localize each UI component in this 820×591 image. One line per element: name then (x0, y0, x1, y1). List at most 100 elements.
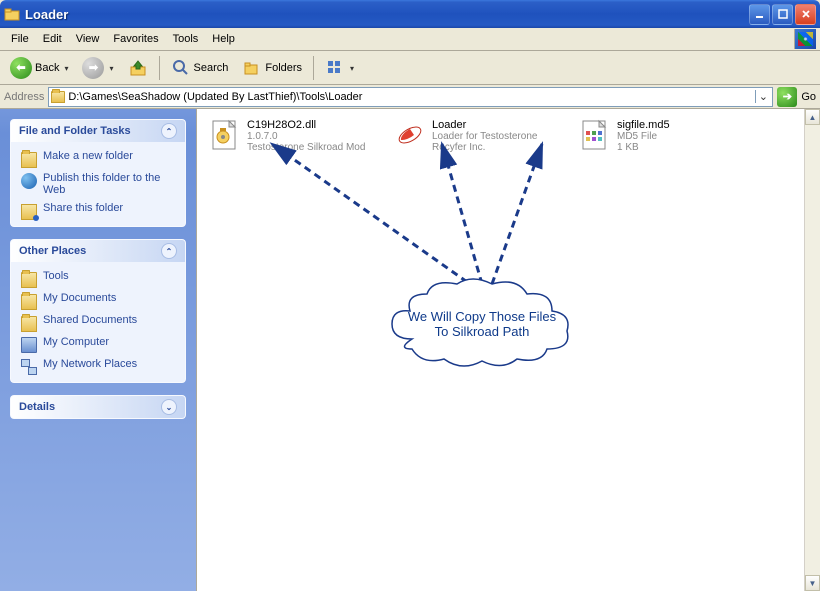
panel-title: File and Folder Tasks (19, 125, 131, 137)
task-label: Make a new folder (43, 150, 133, 162)
file-name: C19H28O2.dll (247, 119, 365, 131)
file-line: Recyfer Inc. (432, 142, 537, 153)
file-item[interactable]: sigfile.md5 MD5 File 1 KB (579, 119, 744, 153)
task-label: Publish this folder to the Web (43, 172, 175, 196)
place-label: Tools (43, 270, 69, 282)
panel-other-places: Other Places ⌃ Tools My Documents Shared… (10, 239, 186, 383)
maximize-button[interactable] (772, 4, 793, 25)
menu-edit[interactable]: Edit (36, 30, 69, 48)
toolbar: ⬅ Back ➡ Search Folders (0, 51, 820, 85)
panel-title: Details (19, 401, 55, 413)
file-line: MD5 File (617, 131, 670, 142)
back-label: Back (35, 62, 59, 74)
file-line: Testosterone Silkroad Mod (247, 142, 365, 153)
address-path: D:\Games\SeaShadow (Updated By LastThief… (68, 91, 752, 103)
task-share-folder[interactable]: Share this folder (21, 202, 175, 218)
up-folder-icon (128, 58, 148, 78)
menu-tools[interactable]: Tools (166, 30, 206, 48)
window-title: Loader (25, 7, 749, 22)
address-dropdown-icon[interactable]: ⌄ (755, 90, 770, 103)
network-icon (21, 359, 37, 375)
go-button[interactable]: ➔ (777, 87, 797, 107)
chevron-up-icon[interactable]: ⌃ (161, 243, 177, 259)
file-line: 1.0.7.0 (247, 131, 365, 142)
task-label: Share this folder (43, 202, 123, 214)
folder-icon (21, 316, 37, 332)
go-label: Go (801, 91, 816, 103)
place-shared-documents[interactable]: Shared Documents (21, 314, 175, 330)
place-my-computer[interactable]: My Computer (21, 336, 175, 352)
panel-header[interactable]: Details ⌄ (11, 396, 185, 418)
file-name: Loader (432, 119, 537, 131)
toolbar-separator (159, 56, 160, 80)
menu-help[interactable]: Help (205, 30, 242, 48)
forward-arrow-icon: ➡ (82, 57, 104, 79)
file-line: 1 KB (617, 142, 670, 153)
forward-dropdown-icon[interactable] (107, 62, 113, 74)
monitor-icon (21, 337, 37, 353)
place-label: My Network Places (43, 358, 137, 370)
search-label: Search (194, 62, 229, 74)
back-button[interactable]: ⬅ Back (4, 53, 74, 83)
views-dropdown-icon[interactable] (348, 62, 354, 74)
address-bar: Address D:\Games\SeaShadow (Updated By L… (0, 85, 820, 109)
place-network-places[interactable]: My Network Places (21, 358, 175, 374)
file-name: sigfile.md5 (617, 119, 670, 131)
folder-icon (51, 91, 65, 103)
place-label: My Computer (43, 336, 109, 348)
file-line: Loader for Testosterone (432, 131, 537, 142)
task-publish-web[interactable]: Publish this folder to the Web (21, 172, 175, 196)
panel-file-tasks: File and Folder Tasks ⌃ Make a new folde… (10, 119, 186, 227)
folder-icon (21, 294, 37, 310)
new-folder-icon (21, 152, 37, 168)
menu-file[interactable]: File (4, 30, 36, 48)
task-make-folder[interactable]: Make a new folder (21, 150, 175, 166)
file-item[interactable]: C19H28O2.dll 1.0.7.0 Testosterone Silkro… (209, 119, 374, 153)
title-bar: Loader (0, 0, 820, 28)
globe-icon (21, 173, 37, 189)
panel-details: Details ⌄ (10, 395, 186, 419)
windows-throbber-icon (794, 29, 816, 49)
place-my-documents[interactable]: My Documents (21, 292, 175, 308)
scroll-up-button[interactable]: ▲ (805, 109, 820, 125)
folders-icon (242, 58, 262, 78)
back-arrow-icon: ⬅ (10, 57, 32, 79)
app-pill-icon (394, 119, 426, 151)
views-button[interactable] (319, 54, 360, 82)
folder-icon (4, 6, 20, 22)
chevron-up-icon[interactable]: ⌃ (161, 123, 177, 139)
annotation-cloud: We Will Copy Those Files To Silkroad Pat… (387, 284, 577, 364)
scroll-track[interactable] (805, 125, 820, 575)
folders-label: Folders (265, 62, 302, 74)
chevron-down-icon[interactable]: ⌄ (161, 399, 177, 415)
file-list-area[interactable]: C19H28O2.dll 1.0.7.0 Testosterone Silkro… (196, 109, 820, 591)
panel-header[interactable]: Other Places ⌃ (11, 240, 185, 262)
place-label: Shared Documents (43, 314, 137, 326)
panel-title: Other Places (19, 245, 86, 257)
views-icon (325, 58, 345, 78)
place-label: My Documents (43, 292, 116, 304)
menu-view[interactable]: View (69, 30, 107, 48)
scroll-down-button[interactable]: ▼ (805, 575, 820, 591)
folder-icon (21, 272, 37, 288)
menu-bar: File Edit View Favorites Tools Help (0, 28, 820, 51)
minimize-button[interactable] (749, 4, 770, 25)
folders-button[interactable]: Folders (236, 54, 308, 82)
md5-file-icon (579, 119, 611, 151)
address-label: Address (4, 91, 44, 103)
back-dropdown-icon[interactable] (62, 62, 68, 74)
dll-file-icon (209, 119, 241, 151)
file-item[interactable]: Loader Loader for Testosterone Recyfer I… (394, 119, 559, 153)
menu-favorites[interactable]: Favorites (106, 30, 165, 48)
annotation-text: We Will Copy Those Files To Silkroad Pat… (387, 284, 577, 364)
place-tools[interactable]: Tools (21, 270, 175, 286)
forward-button[interactable]: ➡ (76, 53, 119, 83)
sidebar: File and Folder Tasks ⌃ Make a new folde… (0, 109, 196, 591)
panel-header[interactable]: File and Folder Tasks ⌃ (11, 120, 185, 142)
close-button[interactable] (795, 4, 816, 25)
up-button[interactable] (122, 54, 154, 82)
address-input[interactable]: D:\Games\SeaShadow (Updated By LastThief… (48, 87, 773, 107)
vertical-scrollbar[interactable]: ▲ ▼ (804, 109, 820, 591)
search-button[interactable]: Search (165, 54, 235, 82)
search-icon (171, 58, 191, 78)
